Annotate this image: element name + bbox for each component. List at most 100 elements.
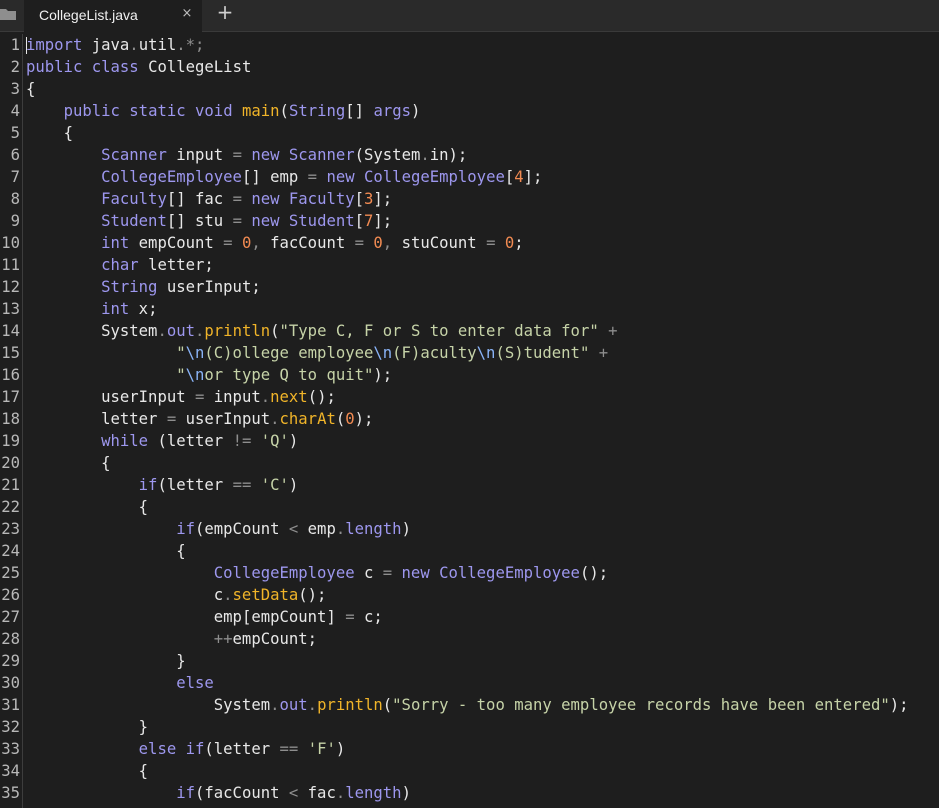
line-text: CollegeEmployee c = new CollegeEmployee(…: [213, 564, 609, 582]
code-line[interactable]: 31 System.out.println("Sorry - too many …: [0, 694, 939, 716]
line-text: {: [101, 454, 111, 472]
line-number: 10: [1, 234, 20, 252]
line-text: {: [176, 542, 186, 560]
line-number: 18: [1, 410, 20, 428]
line-number: 34: [1, 762, 20, 780]
line-text: else if(letter == 'F'): [138, 740, 346, 758]
line-number: 5: [10, 124, 20, 142]
line-text: if(letter == 'C'): [138, 476, 299, 494]
line-number: 22: [1, 498, 20, 516]
line-text: Student[] stu = new Student[7];: [101, 212, 393, 230]
line-text: {: [138, 762, 149, 780]
line-text: "\nor type Q to quit");: [176, 366, 393, 384]
line-number: 8: [10, 190, 20, 208]
line-text: String userInput;: [101, 278, 261, 296]
line-text: System.out.println("Sorry - too many emp…: [213, 696, 909, 714]
line-text: {: [138, 498, 149, 516]
code-line[interactable]: 7 CollegeEmployee[] emp = new CollegeEmp…: [0, 166, 939, 188]
code-line[interactable]: 10 int empCount = 0, facCount = 0, stuCo…: [0, 232, 939, 254]
line-number: 25: [1, 564, 20, 582]
code-line[interactable]: 3{: [0, 78, 939, 100]
line-number: 24: [1, 542, 20, 560]
line-text: else: [176, 674, 214, 692]
code-line[interactable]: 21 if(letter == 'C'): [0, 474, 939, 496]
tab-bar: CollegeList.java × +: [0, 0, 939, 33]
code-line[interactable]: 6 Scanner input = new Scanner(System.in)…: [0, 144, 939, 166]
line-number: 29: [1, 652, 20, 670]
code-line[interactable]: 17 userInput = input.next();: [0, 386, 939, 408]
code-line[interactable]: 33 else if(letter == 'F'): [0, 738, 939, 760]
folder-icon[interactable]: [0, 6, 18, 22]
line-number: 21: [1, 476, 20, 494]
code-line[interactable]: 14 System.out.println("Type C, F or S to…: [0, 320, 939, 342]
code-line[interactable]: 9 Student[] stu = new Student[7];: [0, 210, 939, 232]
code-line[interactable]: 2 public class CollegeList: [0, 56, 939, 78]
code-line[interactable]: 11 char letter;: [0, 254, 939, 276]
code-line[interactable]: 19 while (letter != 'Q'): [0, 430, 939, 452]
line-number: 23: [1, 520, 20, 538]
code-line[interactable]: 30 else: [0, 672, 939, 694]
code-line[interactable]: 28 ++empCount;: [0, 628, 939, 650]
line-text: public class CollegeList: [26, 58, 252, 76]
close-icon[interactable]: ×: [180, 6, 194, 22]
line-text: c.setData();: [213, 586, 327, 604]
line-number: 12: [1, 278, 20, 296]
line-number: 26: [1, 586, 20, 604]
code-line[interactable]: 12 String userInput;: [0, 276, 939, 298]
line-text: Scanner input = new Scanner(System.in);: [101, 146, 468, 164]
code-line[interactable]: 5 {: [0, 122, 939, 144]
line-text: System.out.println("Type C, F or S to en…: [101, 322, 618, 340]
code-line[interactable]: 25 CollegeEmployee c = new CollegeEmploy…: [0, 562, 939, 584]
line-number: 1: [10, 36, 20, 54]
code-line[interactable]: 24 {: [0, 540, 939, 562]
code-line[interactable]: 27 emp[empCount] = c;: [0, 606, 939, 628]
code-line[interactable]: 8 Faculty[] fac = new Faculty[3];: [0, 188, 939, 210]
line-number: 30: [1, 674, 20, 692]
line-number: 31: [1, 696, 20, 714]
line-number: 9: [10, 212, 20, 230]
line-number: 33: [1, 740, 20, 758]
line-number: 19: [1, 432, 20, 450]
line-number: 2: [10, 58, 20, 76]
code-line[interactable]: 20 {: [0, 452, 939, 474]
code-line[interactable]: 26 c.setData();: [0, 584, 939, 606]
line-number: 28: [1, 630, 20, 648]
line-number: 3: [10, 80, 20, 98]
text-cursor: [26, 37, 27, 54]
line-text: if(empCount < emp.length): [176, 520, 411, 538]
code-line[interactable]: 35 if(facCount < fac.length): [0, 782, 939, 804]
line-text: CollegeEmployee[] emp = new CollegeEmplo…: [101, 168, 543, 186]
line-text: }: [176, 652, 186, 670]
code-line[interactable]: 13 int x;: [0, 298, 939, 320]
line-text: {: [26, 80, 36, 98]
code-line[interactable]: 34 {: [0, 760, 939, 782]
plus-icon[interactable]: +: [215, 2, 235, 24]
line-number: 13: [1, 300, 20, 318]
code-line[interactable]: 23 if(empCount < emp.length): [0, 518, 939, 540]
line-text: int x;: [101, 300, 158, 318]
line-number: 16: [1, 366, 20, 384]
code-editor[interactable]: 1 import java.util.*; 2 public class Colleg…: [0, 34, 939, 808]
tab-collegelist-java[interactable]: CollegeList.java ×: [24, 0, 202, 33]
line-text: if(facCount < fac.length): [176, 784, 411, 802]
tab-title: CollegeList.java: [39, 7, 138, 23]
line-number: 35: [1, 784, 20, 802]
line-text: ++empCount;: [213, 630, 318, 648]
line-number: 17: [1, 388, 20, 406]
code-line[interactable]: 16 "\nor type Q to quit");: [0, 364, 939, 386]
code-line[interactable]: 29 }: [0, 650, 939, 672]
line-text: letter = userInput.charAt(0);: [101, 410, 374, 428]
code-line[interactable]: 32 }: [0, 716, 939, 738]
line-text: {: [63, 124, 73, 142]
line-text: public static void main(String[] args): [63, 102, 421, 120]
line-number: 4: [10, 102, 20, 120]
line-text: }: [138, 718, 149, 736]
line-text: int empCount = 0, facCount = 0, stuCount…: [101, 234, 524, 252]
code-line[interactable]: 15 "\n(C)ollege employee\n(F)aculty\n(S)…: [0, 342, 939, 364]
line-text: "\n(C)ollege employee\n(F)aculty\n(S)tud…: [176, 344, 609, 362]
code-line[interactable]: 22 {: [0, 496, 939, 518]
code-line[interactable]: 4 public static void main(String[] args): [0, 100, 939, 122]
code-line[interactable]: 18 letter = userInput.charAt(0);: [0, 408, 939, 430]
line-text: char letter;: [101, 256, 214, 274]
code-line[interactable]: 1 import java.util.*;: [0, 34, 939, 56]
